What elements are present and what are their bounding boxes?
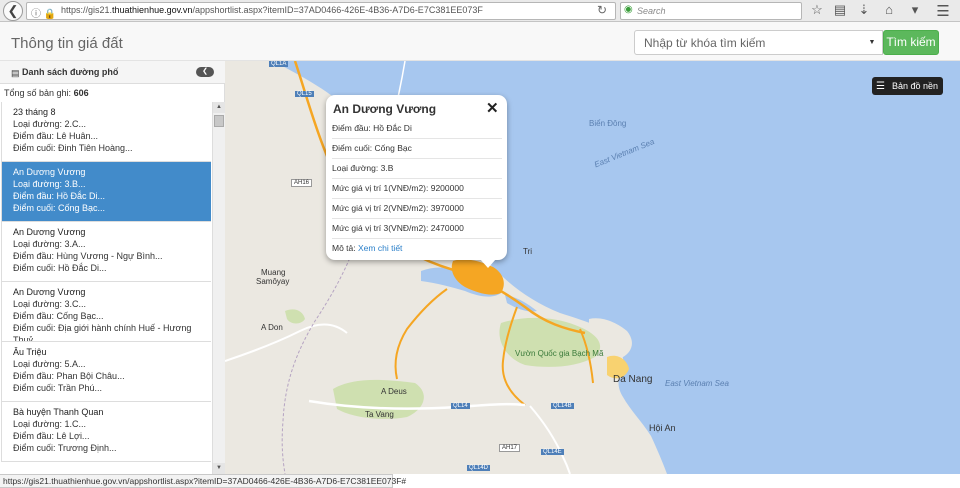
keyword-search-input[interactable]: Nhập từ khóa tìm kiếm [634, 30, 863, 55]
panel-header: ▤ Danh sách đường phố ❮ [0, 61, 225, 84]
popup-row: Điểm cuối: Cống Bạc [332, 139, 502, 159]
street-end: Điểm cuối: Cống Bạc... [13, 203, 106, 213]
road-shield-badge: QL14D [467, 465, 491, 471]
list-icon: ▤ [11, 68, 20, 78]
street-type: Loại đường: 1.C... [13, 419, 86, 429]
popup-row: Điểm đầu: Hồ Đắc Di [332, 119, 502, 139]
list-item-selected[interactable]: An Dương Vương Loại đường: 3.B... Điểm đ… [1, 162, 211, 222]
pocket-icon[interactable]: ▾ [906, 2, 924, 18]
street-start: Điểm đầu: Hồ Đắc Di... [13, 191, 106, 201]
map-label: East Vietnam Sea [665, 379, 729, 388]
popup-row: Mức giá vị trí 3(VNĐ/m2): 2470000 [332, 219, 502, 239]
popup-row: Mức giá vị trí 1(VNĐ/m2): 9200000 [332, 179, 502, 199]
map-label: Da Nang [613, 374, 653, 385]
street-start: Điểm đầu: Phan Bội Châu... [13, 371, 125, 381]
street-name: Bà huyện Thanh Quan [13, 407, 104, 417]
street-list-panel: ▤ Danh sách đường phố ❮ Tổng số bản ghi:… [0, 61, 225, 474]
street-start: Điểm đầu: Lê Huân... [13, 131, 99, 141]
record-count: Tổng số bản ghi: 606 [4, 88, 89, 98]
street-name: An Dương Vương [13, 287, 86, 297]
road-shield-badge: QL14 [451, 403, 470, 409]
road-shield-badge: AH16 [291, 179, 313, 187]
list-item[interactable]: An Dương Vương Loại đường: 3.A... Điểm đ… [1, 222, 211, 282]
street-type: Loại đường: 5.A... [13, 359, 86, 369]
download-icon[interactable]: ⇣ [855, 2, 873, 18]
street-type: Loại đường: 2.C... [13, 119, 86, 129]
reload-icon[interactable]: ↻ [597, 3, 607, 17]
street-list[interactable]: 23 tháng 8 Loại đường: 2.C... Điểm đầu: … [1, 102, 225, 474]
list-item[interactable]: Bà huyện Thanh Quan Loại đường: 1.C... Đ… [1, 402, 211, 462]
basemap-button[interactable]: ☰ Bản đồ nền [872, 77, 943, 95]
map-label: Samôyay [256, 277, 290, 286]
street-start: Điểm đầu: Cống Bạc... [13, 311, 104, 321]
popup-description: Mô tả: Xem chi tiết [332, 243, 403, 253]
browser-search-input[interactable]: ◉ Search [620, 2, 802, 20]
map-label: Vườn Quốc gia Bạch Mã [515, 349, 604, 358]
street-name: Âu Triệu [13, 347, 47, 357]
road-shield-badge: QL14E [541, 449, 564, 455]
menu-icon[interactable]: ☰ [934, 2, 952, 20]
road-shield-badge: QL1A [269, 61, 289, 67]
home-icon[interactable]: ⌂ [880, 2, 898, 17]
list-item[interactable]: Âu Triệu Loại đường: 5.A... Điểm đầu: Ph… [1, 342, 211, 402]
street-end: Điểm cuối: Trần Phú... [13, 383, 103, 393]
street-start: Điểm đầu: Hùng Vương - Ngự Bình... [13, 251, 163, 261]
close-icon[interactable]: ✕ [486, 99, 499, 117]
popup-row: Loại đường: 3.B [332, 159, 502, 179]
panel-title: Danh sách đường phố [22, 67, 119, 77]
back-button[interactable]: ❮ [3, 1, 23, 21]
browser-toolbar: ❮ ⓘ 🔒 https://gis21.thuathienhue.gov.vn/… [0, 0, 960, 22]
popup-row: Mức giá vị trí 2(VNĐ/m2): 3970000 [332, 199, 502, 219]
map-label: Biển Đông [589, 119, 627, 128]
search-button[interactable]: Tìm kiếm [883, 30, 939, 55]
road-shield-badge: AH17 [499, 444, 521, 452]
street-name: 23 tháng 8 [13, 107, 56, 117]
layers-icon: ☰ [876, 81, 885, 92]
address-bar[interactable]: ⓘ 🔒 https://gis21.thuathienhue.gov.vn/ap… [26, 2, 616, 20]
scrollbar-thumb[interactable] [214, 115, 224, 127]
road-shield-badge: QL14B [551, 403, 574, 409]
street-type: Loại đường: 3.A... [13, 239, 86, 249]
street-type: Loại đường: 3.C... [13, 299, 86, 309]
street-end: Điểm cuối: Trương Định... [13, 443, 117, 453]
reading-list-icon[interactable]: ▤ [831, 2, 849, 18]
chevron-down-icon[interactable]: ▼ [862, 30, 883, 55]
scroll-down-icon[interactable]: ▼ [213, 463, 225, 474]
url-text: https://gis21.thuathienhue.gov.vn/appsho… [61, 5, 483, 15]
list-item[interactable]: 23 tháng 8 Loại đường: 2.C... Điểm đầu: … [1, 102, 211, 162]
map-label: A Deus [381, 387, 407, 396]
site-info-icon[interactable]: ⓘ 🔒 [31, 5, 56, 20]
search-engine-icon[interactable]: ◉ [624, 4, 633, 15]
street-info-popup: An Dương Vương ✕ Điểm đầu: Hồ Đắc Di Điể… [326, 95, 507, 260]
scroll-up-icon[interactable]: ▲ [213, 102, 225, 113]
map-label: Muang [261, 268, 286, 277]
list-item[interactable]: An Dương Vương Loại đường: 3.C... Điểm đ… [1, 282, 211, 342]
map-label: A Don [261, 323, 283, 332]
status-bar: https://gis21.thuathienhue.gov.vn/appsho… [0, 474, 406, 488]
list-scrollbar[interactable]: ▲ ▼ [212, 102, 225, 474]
street-end: Điểm cuối: Hồ Đắc Di... [13, 263, 107, 273]
popup-title: An Dương Vương [333, 102, 437, 116]
popup-pointer [480, 259, 496, 268]
street-name: An Dương Vương [13, 227, 86, 237]
street-type: Loại đường: 3.B... [13, 179, 86, 189]
app-header: Thông tin giá đất Nhập từ khóa tìm kiếm … [0, 22, 960, 61]
street-start: Điểm đầu: Lê Lợi... [13, 431, 90, 441]
map-label: Tri [523, 247, 533, 256]
street-name: An Dương Vương [13, 167, 86, 177]
view-details-link[interactable]: Xem chi tiết [358, 243, 402, 253]
map-label: Hội An [649, 423, 676, 433]
map-label: Ta Vang [365, 410, 394, 419]
street-end: Điểm cuối: Địa giới hành chính Huế - Hươ… [13, 323, 192, 342]
collapse-panel-button[interactable]: ❮ [196, 67, 214, 77]
road-shield-badge: QL15 [295, 91, 314, 97]
page-title: Thông tin giá đất [11, 35, 123, 52]
bookmark-star-icon[interactable]: ☆ [808, 2, 826, 18]
street-end: Điểm cuối: Đinh Tiên Hoàng... [13, 143, 133, 153]
